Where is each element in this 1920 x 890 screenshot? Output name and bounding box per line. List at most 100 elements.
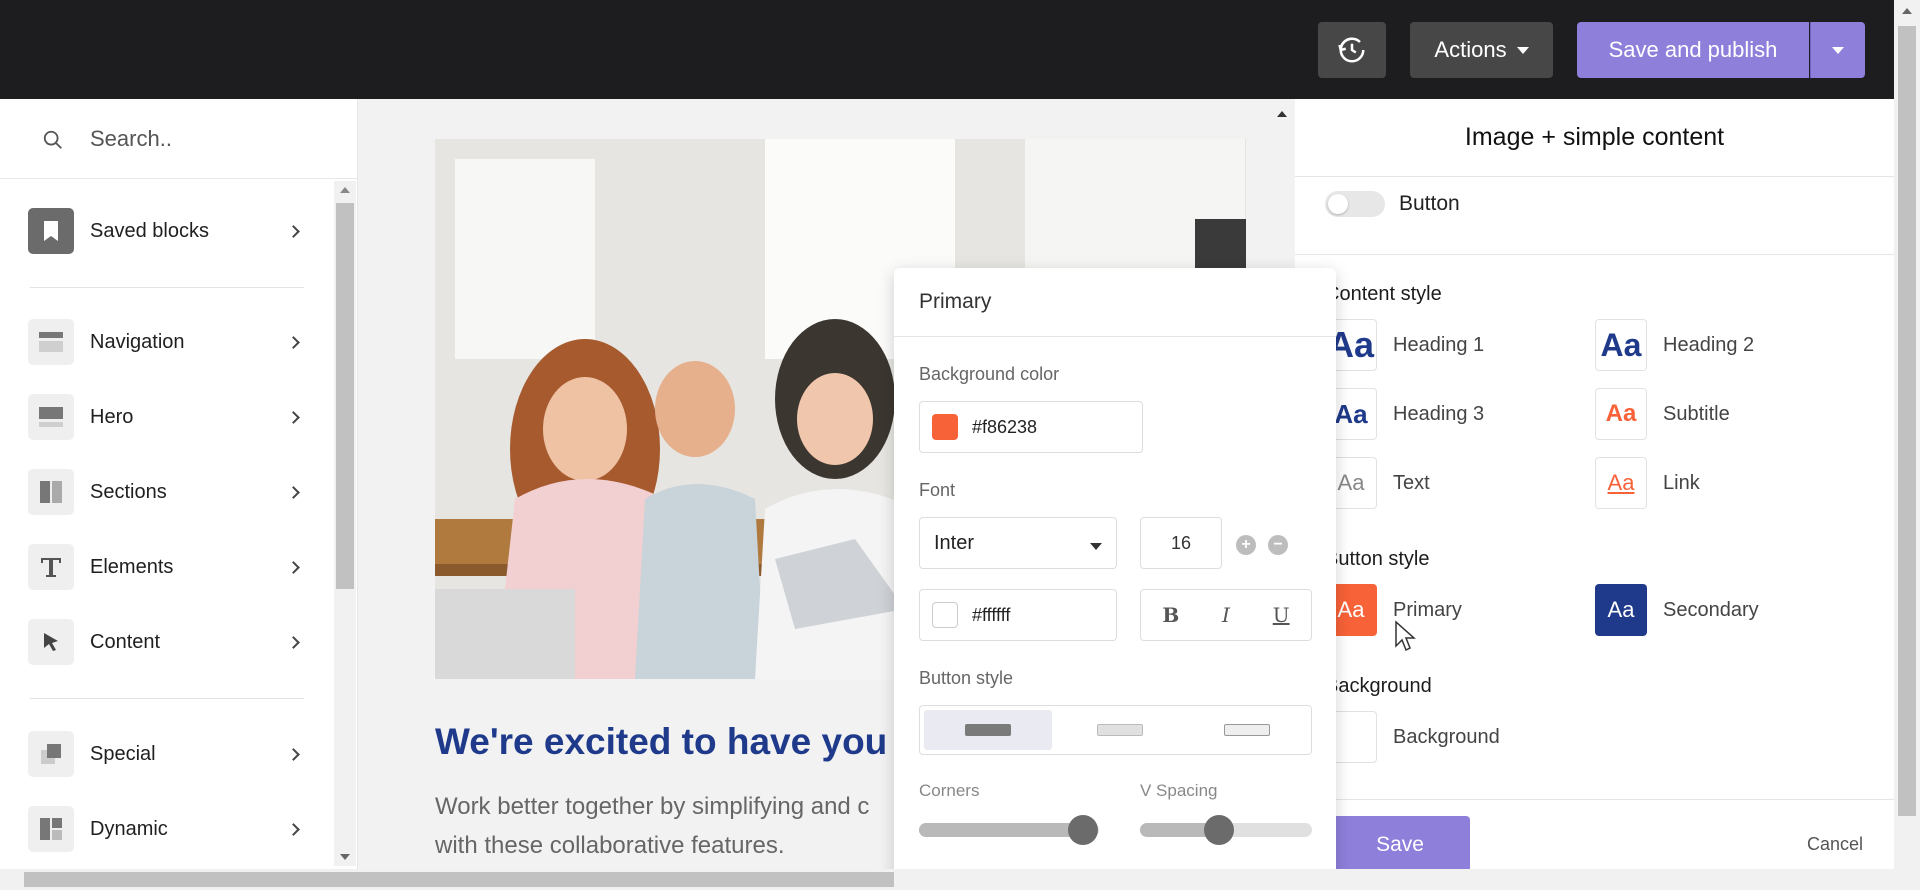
font-size-input[interactable]: 16 xyxy=(1140,517,1222,569)
color-swatch[interactable] xyxy=(932,602,958,628)
chevron-right-icon xyxy=(287,335,300,349)
sidebar-item-label: Dynamic xyxy=(90,817,168,840)
slider-handle[interactable] xyxy=(1067,815,1098,845)
divider xyxy=(894,336,1336,337)
style-label: Heading 2 xyxy=(1663,333,1755,356)
scroll-up-icon[interactable] xyxy=(1902,8,1912,14)
publish-label: Save and publish xyxy=(1608,37,1778,62)
chevron-right-icon xyxy=(287,822,300,836)
blocks-sidebar: Saved blocks Navigation Hero Sections El… xyxy=(0,99,358,869)
popup-title: Primary xyxy=(919,290,992,313)
sidebar-item-label: Hero xyxy=(90,405,134,428)
style-label: Heading 3 xyxy=(1393,402,1485,425)
cancel-button[interactable]: Cancel xyxy=(1807,834,1863,855)
link-swatch: Aa xyxy=(1595,457,1647,509)
save-and-publish-button[interactable]: Save and publish xyxy=(1577,22,1809,78)
scroll-up-icon[interactable] xyxy=(1277,111,1287,117)
search-input[interactable] xyxy=(90,121,340,157)
vspacing-slider[interactable] xyxy=(1140,815,1312,845)
style-glyph: Aa xyxy=(1334,398,1368,429)
style-text[interactable]: Aa Text xyxy=(1325,457,1430,509)
style-heading-3[interactable]: Aa Heading 3 xyxy=(1325,388,1484,440)
divider xyxy=(1295,799,1894,800)
special-block-icon xyxy=(28,731,74,777)
style-glyph: Aa xyxy=(1337,597,1365,622)
text-color-field[interactable]: #ffffff xyxy=(919,589,1117,641)
scrollbar-thumb[interactable] xyxy=(1898,26,1916,816)
underline-button[interactable]: U xyxy=(1273,603,1290,627)
heading-2-swatch: Aa xyxy=(1595,319,1647,371)
background-heading: Background xyxy=(1325,675,1432,697)
chevron-right-icon xyxy=(287,485,300,499)
button-style-secondary[interactable]: Aa Secondary xyxy=(1595,584,1759,636)
window-scrollbar[interactable] xyxy=(1894,0,1920,890)
style-heading-2[interactable]: Aa Heading 2 xyxy=(1595,319,1754,371)
content-style-heading: Content style xyxy=(1325,283,1442,305)
scrollbar-thumb[interactable] xyxy=(24,872,894,887)
style-label: Secondary xyxy=(1663,598,1759,621)
sidebar-item-label: Navigation xyxy=(90,330,185,353)
hero-block-icon xyxy=(28,394,74,440)
sidebar-item-navigation[interactable]: Navigation xyxy=(28,317,308,367)
corners-label: Corners xyxy=(919,781,980,800)
search-bar xyxy=(0,99,358,179)
content-headline[interactable]: We're excited to have you a xyxy=(435,721,918,763)
bookmark-icon xyxy=(28,208,74,254)
corners-slider[interactable] xyxy=(919,815,1099,845)
history-icon xyxy=(1338,37,1365,63)
vspacing-label: V Spacing xyxy=(1140,781,1218,800)
sidebar-item-saved-blocks[interactable]: Saved blocks xyxy=(28,206,308,256)
sidebar-scrollbar[interactable] xyxy=(334,181,356,866)
italic-button[interactable]: I xyxy=(1222,603,1230,627)
text-format-group: B I U xyxy=(1140,589,1312,641)
sidebar-item-label: Sections xyxy=(90,480,167,503)
divider xyxy=(30,698,304,699)
button-toggle[interactable] xyxy=(1325,191,1385,217)
sidebar-item-hero[interactable]: Hero xyxy=(28,392,308,442)
history-button[interactable] xyxy=(1318,22,1386,78)
button-style-selector xyxy=(919,705,1312,755)
bg-color-field[interactable]: #f86238 xyxy=(919,401,1143,453)
chevron-down-icon xyxy=(1516,46,1529,54)
increase-size-icon[interactable]: + xyxy=(1236,535,1256,555)
font-select[interactable]: Inter xyxy=(919,517,1117,569)
actions-label: Actions xyxy=(1434,37,1507,62)
sidebar-item-label: Saved blocks xyxy=(90,219,209,242)
chevron-down-icon xyxy=(1832,46,1844,54)
style-link[interactable]: Aa Link xyxy=(1595,457,1700,509)
divider xyxy=(1295,254,1894,255)
bg-color-value: #f86238 xyxy=(972,416,1038,437)
sidebar-item-sections[interactable]: Sections xyxy=(28,467,308,517)
search-icon xyxy=(43,130,62,149)
save-button[interactable]: Save xyxy=(1330,816,1470,874)
button-style-filled[interactable] xyxy=(924,710,1052,750)
scroll-up-icon[interactable] xyxy=(340,187,350,193)
sidebar-item-label: Elements xyxy=(90,555,174,578)
toggle-label: Button xyxy=(1399,192,1460,215)
color-swatch[interactable] xyxy=(932,414,958,440)
style-heading-1[interactable]: Aa Heading 1 xyxy=(1325,319,1484,371)
background-option[interactable]: Background xyxy=(1325,711,1500,763)
style-label: Subtitle xyxy=(1663,402,1730,425)
sidebar-item-content[interactable]: Content xyxy=(28,617,308,667)
style-glyph: Aa xyxy=(1607,470,1635,495)
horizontal-scrollbar[interactable] xyxy=(0,869,1894,890)
scroll-down-icon[interactable] xyxy=(340,854,350,860)
font-size-value: 16 xyxy=(1170,532,1192,553)
slider-handle[interactable] xyxy=(1204,815,1235,845)
actions-button[interactable]: Actions xyxy=(1410,22,1553,78)
secondary-swatch: Aa xyxy=(1595,584,1647,636)
sidebar-item-special[interactable]: Special xyxy=(28,729,308,779)
style-glyph: Aa xyxy=(1337,470,1365,495)
scrollbar-thumb[interactable] xyxy=(336,203,354,589)
decrease-size-icon[interactable]: − xyxy=(1268,535,1288,555)
sidebar-item-elements[interactable]: Elements xyxy=(28,542,308,592)
button-style-outline[interactable] xyxy=(1183,706,1311,754)
bold-button[interactable]: B xyxy=(1162,603,1179,627)
button-style-label: Button style xyxy=(919,668,1014,688)
style-subtitle[interactable]: Aa Subtitle xyxy=(1595,388,1730,440)
publish-dropdown-button[interactable] xyxy=(1810,22,1865,78)
button-style-light[interactable] xyxy=(1056,706,1184,754)
style-glyph: Aa xyxy=(1607,597,1635,622)
sidebar-item-dynamic[interactable]: Dynamic xyxy=(28,804,308,854)
